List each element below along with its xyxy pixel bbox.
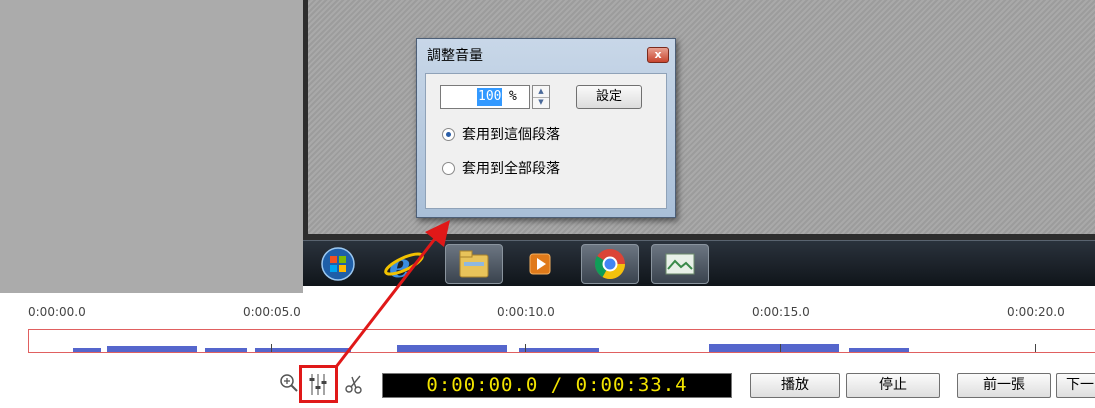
chrome-icon [581,244,639,284]
play-button[interactable]: 播放 [750,373,840,398]
media-player-icon [511,244,569,284]
dialog-title: 調整音量 [427,48,483,64]
set-button[interactable]: 設定 [576,85,642,109]
previous-button[interactable]: 前一張 [957,373,1051,398]
waveform-tick [1035,344,1036,352]
spin-down-icon[interactable]: ▼ [533,97,549,108]
internet-explorer-icon: e [375,244,433,286]
radio-all-segments[interactable] [442,162,455,175]
waveform-segment [397,345,507,352]
file-explorer-icon [445,244,503,284]
video-bottom-strip [303,286,1095,293]
timeline-tick-label: 0:00:15.0 [752,305,810,319]
waveform-tick [525,344,526,352]
dialog-body: 100 % ▲ ▼ 設定 套用到這個段落 套用到全部段落 [425,73,667,209]
waveform-segment [107,346,197,352]
next-button[interactable]: 下一 [1056,373,1095,398]
photo-viewer-icon [651,244,709,284]
radio-this-segment-label[interactable]: 套用到這個段落 [462,124,560,144]
waveform-segment [255,348,351,352]
radio-all-segments-label[interactable]: 套用到全部段落 [462,158,560,178]
mixer-icon [309,374,327,395]
waveform-segment [73,348,101,352]
timeline-tick-label: 0:00:10.0 [497,305,555,319]
waveform-segment [205,348,247,352]
stop-button[interactable]: 停止 [846,373,940,398]
left-preview-pane [0,0,304,293]
start-orb-icon [311,244,369,284]
radio-this-segment[interactable] [442,128,455,141]
embedded-taskbar: e [303,240,1095,287]
waveform-segment [709,344,839,352]
volume-input[interactable]: 100 % [440,85,530,109]
timeline-tick-label: 0:00:05.0 [243,305,301,319]
waveform-segment [519,348,599,352]
timeline-tick-label: 0:00:20.0 [1007,305,1065,319]
close-button[interactable]: x [647,47,669,63]
waveform-tick [780,344,781,352]
volume-spinner[interactable]: ▲ ▼ [532,85,550,109]
volume-unit: % [509,89,517,104]
mixer-button[interactable] [299,365,338,403]
volume-dialog: 調整音量 x 100 % ▲ ▼ 設定 套用到這個段落 套用到全部段落 [416,38,676,218]
audio-waveform-track[interactable] [28,329,1095,353]
timeline-tick-label: 0:00:00.0 [28,305,86,319]
waveform-tick [271,344,272,352]
zoom-icon[interactable] [278,372,300,394]
time-display: 0:00:00.0 / 0:00:33.4 [382,373,732,398]
waveform-segment [849,348,909,352]
scissors-icon[interactable] [343,372,365,394]
volume-value: 100 [477,88,503,106]
